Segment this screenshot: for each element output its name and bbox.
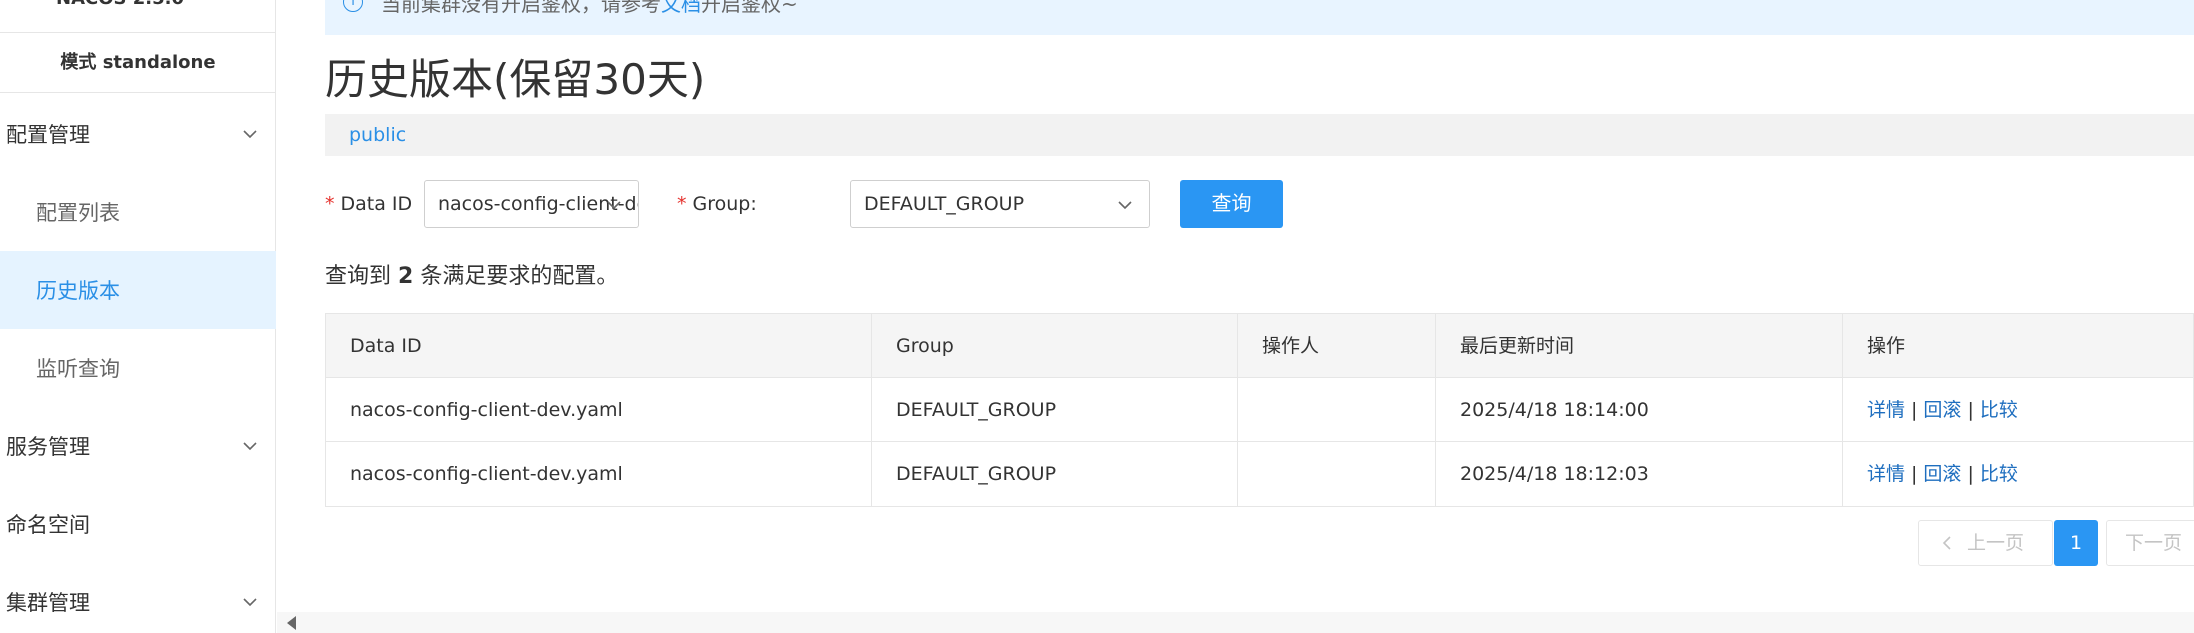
separator: |: [1911, 399, 1918, 421]
sidebar-item-label: 服务管理: [6, 435, 90, 459]
sidebar-brand: NACOS 2.5.0: [0, 0, 276, 33]
pagination-page-current[interactable]: 1: [2054, 520, 2098, 566]
data-id-label-text: Data ID: [340, 193, 413, 215]
sidebar-item-label: 监听查询: [36, 357, 120, 381]
cell-data-id: nacos-config-client-dev.yaml: [326, 378, 872, 442]
sidebar-item-label: 历史版本: [36, 279, 120, 303]
cell-data-id: nacos-config-client-dev.yaml: [326, 442, 872, 506]
detail-link[interactable]: 详情: [1867, 463, 1905, 485]
sidebar-item-service-management[interactable]: 服务管理: [0, 407, 276, 485]
pagination-next-button[interactable]: 下一页: [2106, 520, 2194, 566]
data-id-label: * Data ID: [325, 181, 412, 227]
pagination-prev-button[interactable]: 上一页: [1918, 520, 2053, 566]
rollback-link[interactable]: 回滚: [1923, 463, 1961, 485]
chevron-down-icon: [607, 201, 621, 210]
alert-text: 当前集群没有开启鉴权，请参考文档开启鉴权~: [381, 0, 798, 17]
collapse-left-icon[interactable]: [284, 614, 298, 632]
sidebar-item-listener-query[interactable]: 监听查询: [0, 329, 276, 407]
separator: |: [1967, 463, 1974, 485]
header-data-id: Data ID: [326, 314, 872, 378]
next-label: 下一页: [2125, 532, 2183, 554]
result-count: 2: [398, 264, 414, 289]
compare-link[interactable]: 比较: [1980, 463, 2018, 485]
separator: |: [1967, 399, 1974, 421]
main-content: i 当前集群没有开启鉴权，请参考文档开启鉴权~ 历史版本(保留30天) publ…: [277, 0, 2194, 633]
sidebar-item-cluster-management[interactable]: 集群管理: [0, 563, 276, 633]
group-value: DEFAULT_GROUP: [864, 193, 1025, 215]
cell-group: DEFAULT_GROUP: [872, 378, 1238, 442]
chevron-down-icon: [1118, 201, 1132, 210]
header-actions: 操作: [1867, 335, 1906, 357]
sidebar-item-namespace[interactable]: 命名空间: [0, 485, 276, 563]
sidebar-item-label: 集群管理: [6, 591, 90, 615]
history-table: Data ID Group 操作人 最后更新时间 操作 nacos-config…: [325, 313, 2194, 507]
horizontal-scrollbar[interactable]: [277, 612, 2194, 633]
data-id-select[interactable]: nacos-config-client-dev....: [424, 180, 639, 228]
result-prefix: 查询到: [325, 264, 392, 289]
chevron-left-icon: [1942, 536, 1951, 550]
cell-operator: [1238, 378, 1436, 442]
alert-doc-link[interactable]: 文档: [661, 0, 701, 16]
chevron-down-icon: [243, 130, 257, 139]
cell-group: DEFAULT_GROUP: [872, 442, 1238, 506]
group-label: * Group:: [677, 181, 757, 227]
rollback-link[interactable]: 回滚: [1923, 399, 1961, 421]
namespace-bar: public: [325, 114, 2194, 156]
sidebar-item-label: 配置管理: [6, 123, 90, 147]
required-mark: *: [325, 193, 335, 215]
prev-label: 上一页: [1967, 532, 2025, 554]
sidebar: NACOS 2.5.0 模式 standalone 配置管理 配置列表 历史版本…: [0, 0, 276, 633]
namespace-link[interactable]: public: [349, 114, 406, 156]
cell-updated: 2025/4/18 18:12:03: [1436, 442, 1843, 506]
result-summary: 查询到 2 条满足要求的配置。: [325, 258, 618, 290]
group-select[interactable]: DEFAULT_GROUP: [850, 180, 1150, 228]
separator: |: [1911, 463, 1918, 485]
table-row: nacos-config-client-dev.yaml DEFAULT_GRO…: [326, 378, 2193, 442]
sidebar-item-config-management[interactable]: 配置管理: [0, 95, 276, 173]
mode-label: 模式 standalone: [0, 33, 276, 93]
table-row: nacos-config-client-dev.yaml DEFAULT_GRO…: [326, 442, 2193, 506]
sidebar-item-label: 配置列表: [36, 201, 120, 225]
cell-operator: [1238, 442, 1436, 506]
alert-text-before: 当前集群没有开启鉴权，请参考: [381, 0, 661, 16]
header-updated: 最后更新时间: [1436, 314, 1843, 378]
query-button[interactable]: 查询: [1180, 180, 1283, 228]
detail-link[interactable]: 详情: [1867, 399, 1905, 421]
group-label-text: Group:: [692, 193, 757, 215]
brand-text: NACOS 2.5.0: [56, 0, 184, 9]
page-title: 历史版本(保留30天): [325, 55, 706, 104]
header-group: Group: [872, 314, 1238, 378]
info-icon: i: [343, 0, 363, 12]
compare-link[interactable]: 比较: [1980, 399, 2018, 421]
alert-text-after: 开启鉴权~: [701, 0, 798, 16]
sidebar-item-config-list[interactable]: 配置列表: [0, 173, 276, 251]
header-operator: 操作人: [1238, 314, 1436, 378]
sidebar-item-history[interactable]: 历史版本: [0, 251, 276, 329]
required-mark: *: [677, 193, 687, 215]
chevron-down-icon: [243, 598, 257, 607]
sidebar-item-label: 命名空间: [6, 513, 90, 537]
cell-updated: 2025/4/18 18:14:00: [1436, 378, 1843, 442]
cell-actions: 详情 | 回滚 | 比较: [1843, 442, 2194, 506]
auth-alert: i 当前集群没有开启鉴权，请参考文档开启鉴权~: [325, 0, 2194, 35]
result-suffix: 条满足要求的配置。: [420, 264, 619, 289]
cell-actions: 详情 | 回滚 | 比较: [1843, 378, 2194, 442]
table-header-row: Data ID Group 操作人 最后更新时间 操作: [326, 314, 2193, 378]
chevron-down-icon: [243, 442, 257, 451]
